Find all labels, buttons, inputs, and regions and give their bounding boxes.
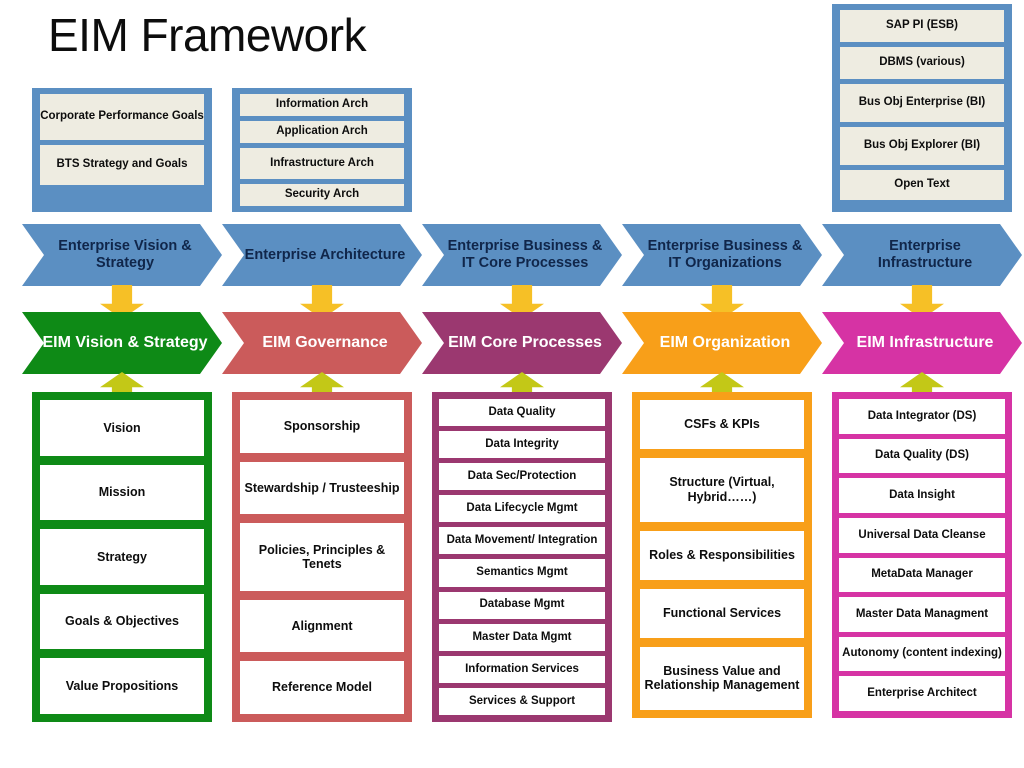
detail-cell[interactable]: Goals & Objectives (40, 593, 204, 650)
source-chip[interactable]: Security Arch (240, 184, 404, 206)
detail-cell[interactable]: Data Insight (839, 478, 1005, 513)
detail-cell[interactable]: MetaData Manager (839, 557, 1005, 593)
detail-cell[interactable]: Data Lifecycle Mgmt (439, 495, 605, 523)
eim-chevron-label: EIM Core Processes (448, 333, 602, 351)
page-title: EIM Framework (48, 9, 367, 61)
detail-cell[interactable]: Enterprise Architect (839, 676, 1005, 711)
detail-cell[interactable]: Alignment (240, 599, 404, 653)
detail-cell[interactable]: Mission (40, 464, 204, 521)
detail-cell[interactable]: Semantics Mgmt (439, 559, 605, 587)
detail-cell[interactable]: Structure (Virtual, Hybrid……) (640, 458, 804, 522)
source-chip[interactable]: Open Text (840, 170, 1004, 200)
eim-chevron[interactable]: EIM Organization (622, 312, 822, 374)
detail-cell[interactable]: Business Value and Relationship Manageme… (640, 646, 804, 710)
eim-chevron[interactable]: EIM Core Processes (422, 312, 622, 374)
eim-governance-column: Sponsorship Stewardship / Trusteeship Poli… (232, 392, 412, 722)
detail-cell[interactable]: Universal Data Cleanse (839, 517, 1005, 553)
detail-cell[interactable]: Strategy (40, 529, 204, 585)
detail-cell[interactable]: Roles & Responsibilities (640, 530, 804, 580)
source-chip[interactable]: BTS Strategy and Goals (40, 145, 204, 185)
eim-infrastructure-column: Data Integrator (DS) Data Quality (DS) Dat… (832, 392, 1012, 718)
detail-cell[interactable]: Policies, Principles & Tenets (240, 523, 404, 591)
detail-cell[interactable]: Autonomy (content indexing) (839, 636, 1005, 672)
detail-cell[interactable]: Data Integrator (DS) (839, 399, 1005, 434)
detail-cell[interactable]: Vision (40, 400, 204, 456)
eim-organization-column: CSFs & KPIs Structure (Virtual, Hybrid……)… (632, 392, 812, 718)
corporate-goals-group: Corporate Performance Goals BTS Strategy … (32, 88, 212, 212)
eim-chevron[interactable]: EIM Governance (222, 312, 422, 374)
detail-cell[interactable]: Data Movement/ Integration (439, 527, 605, 555)
detail-cell[interactable]: Data Quality (439, 399, 605, 427)
eim-chevron-label: EIM Governance (262, 333, 388, 351)
driver-chevron-label: Enterprise Infrastructure (877, 238, 973, 271)
driver-chevron[interactable]: Enterprise Architecture (222, 224, 422, 286)
source-chip[interactable]: Application Arch (240, 121, 404, 143)
detail-cell[interactable]: Information Services (439, 655, 605, 683)
source-chip[interactable]: Infrastructure Arch (240, 148, 404, 179)
detail-cell[interactable]: Data Sec/Protection (439, 463, 605, 491)
infrastructure-tools-group: SAP PI (ESB) DBMS (various) Bus Obj Enterp… (832, 4, 1012, 212)
eim-chevron[interactable]: EIM Infrastructure (822, 312, 1022, 374)
driver-chevron[interactable]: Enterprise Business & IT Core Processes (422, 224, 622, 286)
driver-chevron-label: Enterprise Business & IT Core Processes (447, 238, 603, 271)
eim-chevron-label: EIM Organization (659, 333, 791, 351)
detail-cell[interactable]: Services & Support (439, 687, 605, 715)
detail-cell[interactable]: Reference Model (240, 661, 404, 715)
driver-chevron[interactable]: Enterprise Business & IT Organizations (622, 224, 822, 286)
source-chip[interactable]: DBMS (various) (840, 47, 1004, 79)
detail-cell[interactable]: Value Propositions (40, 658, 204, 714)
eim-chevron[interactable]: EIM Vision & Strategy (22, 312, 222, 374)
driver-chevron[interactable]: Enterprise Infrastructure (822, 224, 1022, 286)
source-chip[interactable]: SAP PI (ESB) (840, 10, 1004, 42)
source-chip[interactable]: Bus Obj Enterprise (BI) (840, 84, 1004, 122)
eim-chevron-label: EIM Vision & Strategy (42, 333, 208, 351)
eim-core-processes-column: Data Quality Data Integrity Data Sec/Prote… (432, 392, 612, 722)
architecture-group: Information Arch Application Arch Infrastr… (232, 88, 412, 212)
source-chip[interactable]: Bus Obj Explorer (BI) (840, 127, 1004, 165)
detail-cell[interactable]: CSFs & KPIs (640, 400, 804, 449)
detail-cell[interactable]: Master Data Mgmt (439, 623, 605, 651)
source-chip[interactable]: Corporate Performance Goals (40, 94, 204, 140)
source-chip[interactable]: Information Arch (240, 94, 404, 116)
detail-cell[interactable]: Database Mgmt (439, 591, 605, 619)
driver-chevron-label: Enterprise Architecture (244, 246, 406, 263)
driver-chevron[interactable]: Enterprise Vision & Strategy (22, 224, 222, 286)
detail-cell[interactable]: Data Quality (DS) (839, 438, 1005, 474)
eim-chevron-label: EIM Infrastructure (856, 333, 994, 351)
detail-cell[interactable]: Data Integrity (439, 431, 605, 459)
detail-cell[interactable]: Functional Services (640, 588, 804, 638)
driver-chevron-label: Enterprise Business & IT Organizations (647, 238, 803, 271)
driver-chevron-label: Enterprise Vision & Strategy (58, 238, 192, 271)
detail-cell[interactable]: Stewardship / Trusteeship (240, 461, 404, 515)
detail-cell[interactable]: Master Data Managment (839, 597, 1005, 632)
eim-vision-strategy-column: Vision Mission Strategy Goals & Objectives V… (32, 392, 212, 722)
detail-cell[interactable]: Sponsorship (240, 400, 404, 453)
